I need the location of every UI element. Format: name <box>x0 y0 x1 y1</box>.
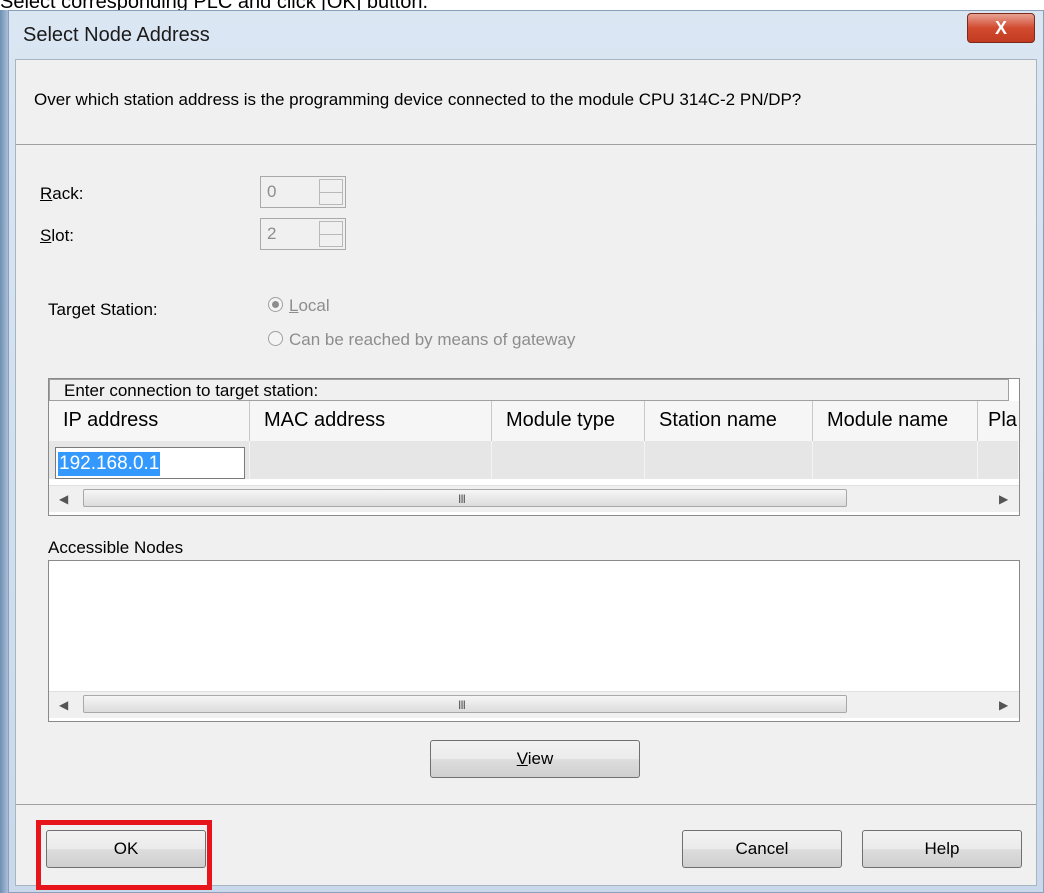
close-icon: X <box>994 18 1007 38</box>
spin-arrows-icon[interactable] <box>319 179 343 205</box>
column-header-station-name[interactable]: Station name <box>645 401 813 441</box>
dialog-title: Select Node Address <box>23 24 210 46</box>
slot-label: Slot: <box>40 226 75 245</box>
right-arrow-icon[interactable]: ▶ <box>999 492 1008 506</box>
background-window-edge <box>0 10 8 893</box>
view-button[interactable]: View <box>430 740 640 778</box>
close-button[interactable]: X <box>967 13 1035 43</box>
help-button[interactable]: Help <box>862 830 1022 868</box>
cell-ip[interactable]: 192.168.0.1 <box>49 441 250 479</box>
cell-module-name[interactable] <box>813 441 978 479</box>
left-arrow-icon[interactable]: ◀ <box>59 698 68 712</box>
select-node-address-dialog: Select Node Address X Over which station… <box>8 10 1044 893</box>
accessible-nodes-list[interactable]: ◀ III ▶ <box>48 560 1020 722</box>
scrollbar-thumb[interactable]: III <box>83 489 847 507</box>
column-header-mac[interactable]: MAC address <box>250 401 492 441</box>
scroll-grip: III <box>458 492 466 506</box>
title-bar[interactable]: Select Node Address X <box>9 11 1043 59</box>
column-header-module-name[interactable]: Module name <box>813 401 978 441</box>
accessible-nodes-label: Accessible Nodes <box>48 538 184 557</box>
ok-button[interactable]: OK <box>46 830 206 868</box>
ip-address-value: 192.168.0.1 <box>58 452 161 476</box>
table-row[interactable]: 192.168.0.1 <box>49 441 1019 479</box>
scroll-grip: III <box>458 698 466 712</box>
ip-address-input[interactable]: 192.168.0.1 <box>55 447 245 479</box>
cell-mac[interactable] <box>250 441 492 479</box>
column-header-ip[interactable]: IP address <box>49 401 250 441</box>
right-arrow-icon[interactable]: ▶ <box>999 698 1008 712</box>
cell-module-type[interactable] <box>492 441 645 479</box>
nodes-horizontal-scrollbar[interactable]: ◀ III ▶ <box>49 691 1019 718</box>
grid-horizontal-scrollbar[interactable]: ◀ III ▶ <box>49 485 1019 512</box>
separator <box>16 804 1036 805</box>
column-header-pla[interactable]: Pla <box>978 401 1019 441</box>
cell-pla[interactable] <box>978 441 1019 479</box>
radio-gateway[interactable]: Can be reached by means of gateway <box>268 330 575 350</box>
left-arrow-icon[interactable]: ◀ <box>59 492 68 506</box>
cancel-button[interactable]: Cancel <box>682 830 842 868</box>
slot-value: 2 <box>267 224 277 243</box>
dialog-body: Over which station address is the progra… <box>15 59 1037 886</box>
grid-caption: Enter connection to target station: <box>49 379 1009 401</box>
rack-label: Rack: <box>40 184 84 203</box>
target-station-label: Target Station: <box>48 300 158 319</box>
rack-value: 0 <box>267 182 277 201</box>
column-header-module-type[interactable]: Module type <box>492 401 645 441</box>
scrollbar-thumb[interactable]: III <box>83 695 847 713</box>
slot-spinner[interactable]: 2 <box>260 218 346 250</box>
radio-button-checked[interactable] <box>268 297 283 312</box>
rack-spinner[interactable]: 0 <box>260 176 346 208</box>
cell-station-name[interactable] <box>645 441 813 479</box>
radio-button[interactable] <box>268 331 283 346</box>
connection-grid: Enter connection to target station: IP a… <box>48 378 1020 516</box>
question-text: Over which station address is the progra… <box>34 90 802 109</box>
radio-local[interactable]: Local <box>268 296 330 316</box>
spin-arrows-icon[interactable] <box>319 221 343 247</box>
grid-header: IP address MAC address Module type Stati… <box>49 401 1019 442</box>
question-panel: Over which station address is the progra… <box>16 60 1036 145</box>
